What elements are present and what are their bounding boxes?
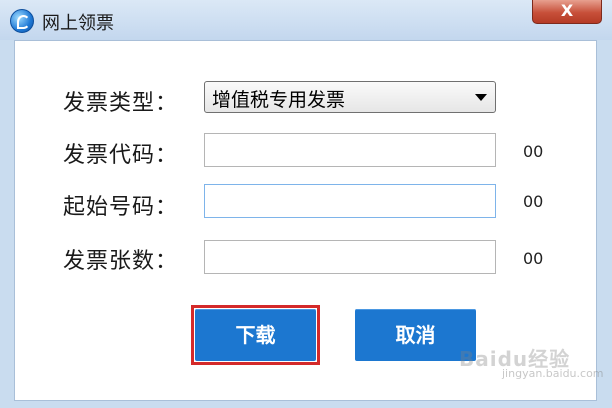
dropdown-arrow-icon[interactable] — [475, 94, 487, 101]
invoice-code-suffix: 00 — [523, 142, 544, 161]
invoice-type-label: 发票类型： — [63, 91, 179, 116]
download-button[interactable]: 下载 — [195, 309, 316, 361]
invoice-count-suffix: 00 — [523, 249, 544, 268]
title-bar[interactable]: 网上领票 X — [0, 0, 612, 40]
invoice-type-selected-value: 增值税专用发票 — [212, 89, 346, 111]
invoice-code-input[interactable] — [204, 133, 496, 167]
form-panel: 发票类型： 增值税专用发票 发票代码： 00 起始号码： 00 发票张数： 00… — [14, 40, 604, 401]
invoice-type-select[interactable]: 增值税专用发票 — [204, 81, 496, 113]
start-number-label: 起始号码： — [63, 195, 179, 220]
dialog-window: 网上领票 X 发票类型： 增值税专用发票 发票代码： 00 起始号码： 00 发… — [0, 0, 612, 408]
app-logo-icon — [10, 9, 34, 33]
close-button[interactable]: X — [532, 0, 602, 24]
start-number-suffix: 00 — [523, 192, 544, 211]
window-title: 网上领票 — [42, 13, 114, 34]
invoice-code-label: 发票代码： — [63, 143, 179, 168]
cancel-button[interactable]: 取消 — [355, 309, 476, 361]
invoice-count-label: 发票张数： — [63, 249, 179, 274]
watermark-subtext: jingyan.baidu.com — [502, 367, 604, 380]
start-number-input[interactable] — [204, 184, 496, 218]
invoice-count-input[interactable] — [204, 240, 496, 274]
